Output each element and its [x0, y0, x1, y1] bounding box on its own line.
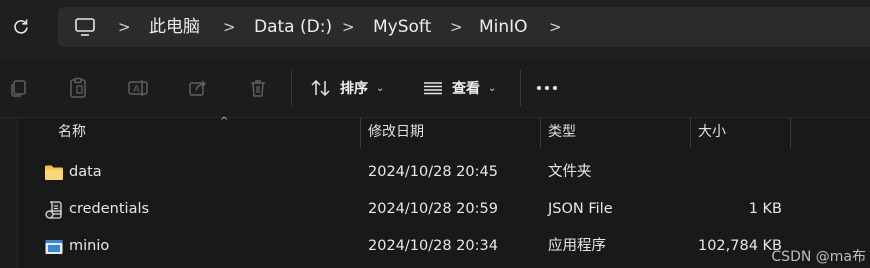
address-row: > 此电脑 > Data (D:) > MySoft > MinIO >: [0, 0, 870, 58]
breadcrumb-this-pc[interactable]: 此电脑: [149, 7, 200, 47]
breadcrumb-minio[interactable]: MinIO: [479, 7, 528, 47]
file-list: ^ 名称 修改日期 类型 大小 data 2024/10/28 20:45 文件…: [0, 116, 870, 268]
toolbar-divider: [520, 70, 521, 106]
refresh-button[interactable]: [8, 14, 34, 40]
view-label: 查看: [452, 81, 480, 97]
clipboard-icon: [70, 77, 86, 98]
file-name: credentials: [69, 201, 150, 217]
svg-text:A: A: [133, 84, 140, 95]
rename-icon: A: [128, 80, 148, 96]
computer-icon[interactable]: [74, 17, 96, 37]
column-divider[interactable]: [790, 118, 791, 148]
delete-button[interactable]: [246, 76, 270, 100]
column-header-row: ^ 名称 修改日期 类型 大小: [18, 116, 870, 148]
folder-icon: [45, 165, 63, 180]
navigation-pane-edge: [0, 118, 18, 268]
file-type: JSON File: [548, 201, 613, 217]
file-type: 文件夹: [548, 164, 592, 180]
more-options-icon[interactable]: [537, 86, 557, 90]
chevron-right-icon[interactable]: >: [450, 7, 463, 47]
column-divider[interactable]: [690, 118, 691, 148]
sort-label: 排序: [340, 81, 368, 97]
copy-button[interactable]: [6, 76, 30, 100]
sort-icon: [311, 79, 330, 97]
file-size: 1 KB: [748, 201, 782, 217]
view-list-icon: [424, 82, 442, 95]
copy-icon: [11, 80, 26, 97]
table-row[interactable]: minio 2024/10/28 20:34 应用程序 102,784 KB: [18, 228, 870, 265]
table-row[interactable]: data 2024/10/28 20:45 文件夹: [18, 154, 870, 191]
file-name: minio: [69, 238, 110, 254]
column-header-modified[interactable]: 修改日期: [368, 118, 424, 148]
paste-button[interactable]: [66, 76, 90, 100]
command-bar: A 排序 ⌄ 查看 ⌄: [0, 58, 870, 118]
watermark: CSDN @ma布: [771, 249, 866, 265]
chevron-right-icon[interactable]: >: [223, 7, 236, 47]
file-modified: 2024/10/28 20:59: [368, 201, 498, 217]
chevron-right-icon[interactable]: >: [118, 7, 131, 47]
breadcrumb-mysoft[interactable]: MySoft: [373, 7, 431, 47]
view-button[interactable]: 查看 ⌄: [422, 72, 496, 104]
table-row[interactable]: credentials 2024/10/28 20:59 JSON File 1…: [18, 191, 870, 228]
column-header-size[interactable]: 大小: [698, 118, 726, 148]
file-type: 应用程序: [548, 238, 606, 254]
share-button[interactable]: [186, 76, 210, 100]
file-modified: 2024/10/28 20:45: [368, 164, 498, 180]
column-divider[interactable]: [540, 118, 541, 148]
refresh-icon: [14, 19, 28, 34]
sort-ascending-icon: ^: [220, 116, 229, 127]
rename-button[interactable]: A: [126, 76, 150, 100]
chevron-down-icon: ⌄: [376, 82, 385, 94]
column-header-type[interactable]: 类型: [548, 118, 576, 148]
share-icon: [189, 80, 207, 96]
chevron-down-icon: ⌄: [488, 82, 497, 94]
sort-button[interactable]: 排序 ⌄: [310, 72, 384, 104]
breadcrumb-drive-d[interactable]: Data (D:): [254, 7, 332, 47]
chevron-right-icon[interactable]: >: [549, 7, 562, 47]
file-modified: 2024/10/28 20:34: [368, 238, 498, 254]
chevron-right-icon[interactable]: >: [342, 7, 355, 47]
json-file-icon: [45, 201, 62, 219]
trash-icon: [251, 80, 265, 97]
application-icon: [45, 240, 63, 254]
address-bar[interactable]: > 此电脑 > Data (D:) > MySoft > MinIO >: [58, 7, 870, 47]
column-divider[interactable]: [360, 118, 361, 148]
file-name: data: [69, 164, 102, 180]
column-header-name[interactable]: 名称: [58, 118, 86, 148]
file-size: 102,784 KB: [697, 238, 782, 254]
toolbar-divider: [291, 70, 292, 106]
